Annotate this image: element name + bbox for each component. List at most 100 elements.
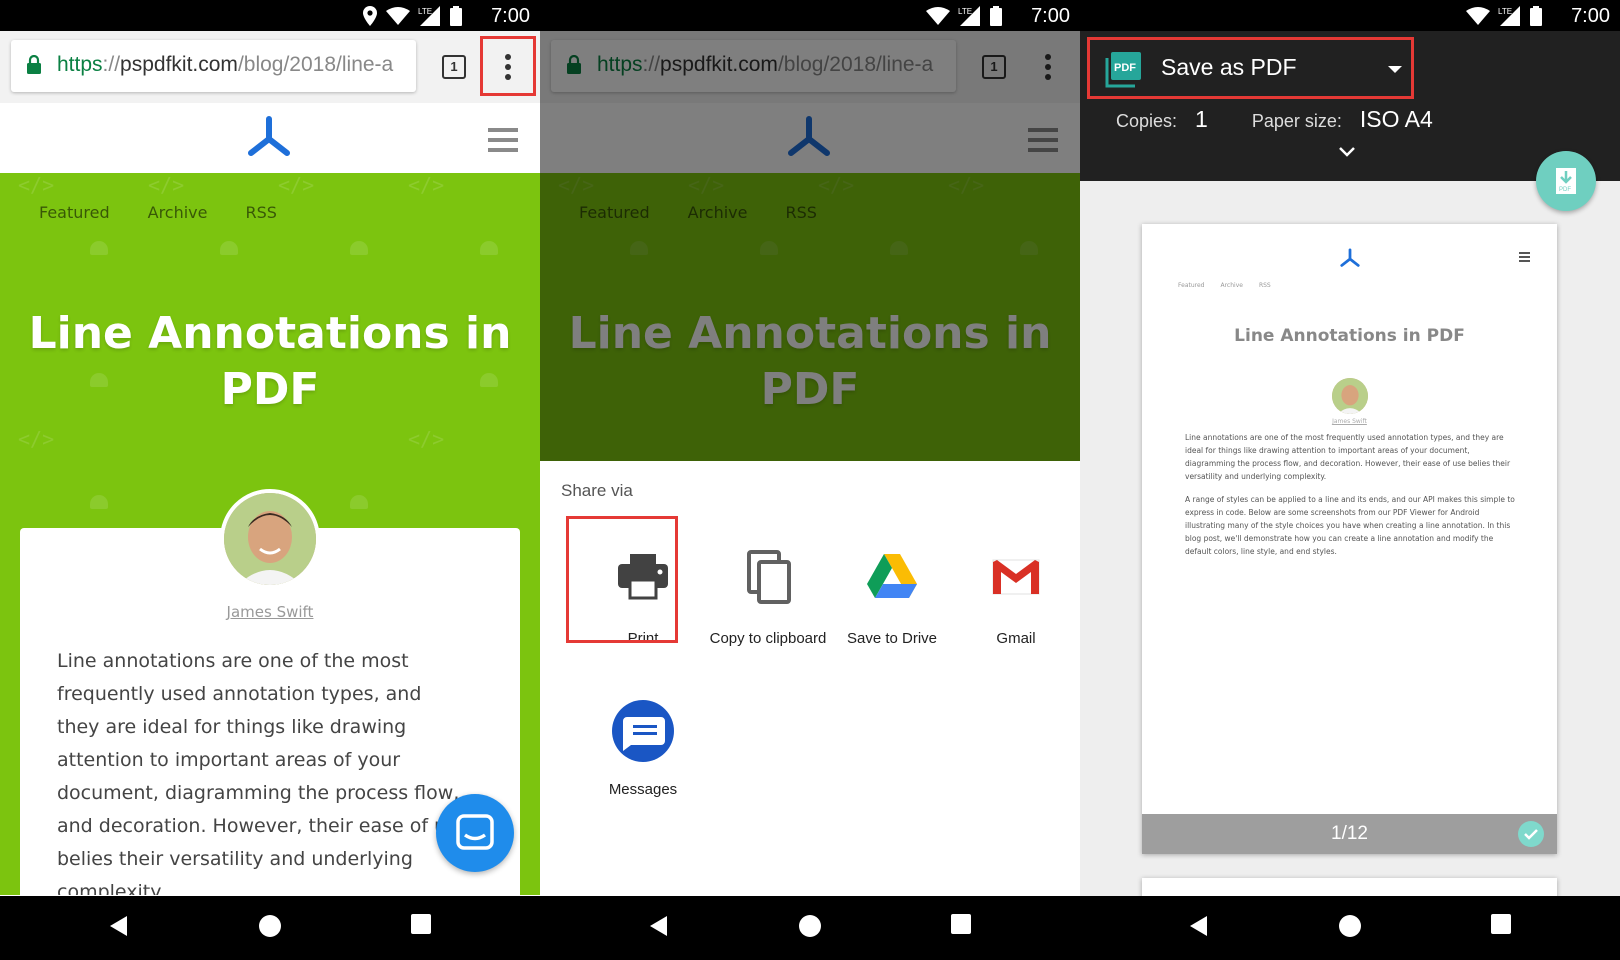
- back-icon[interactable]: [107, 914, 129, 938]
- wifi-icon: [926, 7, 950, 25]
- expand-chevron-icon[interactable]: [1338, 146, 1356, 158]
- google-drive-icon: [867, 554, 917, 598]
- highlight-box: [566, 516, 678, 643]
- recents-icon[interactable]: [951, 914, 973, 936]
- copies-value: 1: [1195, 106, 1208, 132]
- back-icon[interactable]: [647, 914, 669, 938]
- share-messages[interactable]: Messages: [581, 700, 705, 821]
- article-paragraph: Line annotations are one of the most fre…: [57, 645, 477, 895]
- copy-icon: [747, 550, 791, 604]
- title-line: PDF: [220, 364, 320, 415]
- tab-switcher-button[interactable]: 1: [442, 55, 466, 79]
- back-icon[interactable]: [1187, 914, 1209, 938]
- gmail-icon: [992, 559, 1040, 595]
- code-pattern: </>: [18, 427, 55, 451]
- share-label: Copy to clipboard: [709, 630, 827, 647]
- share-gmail[interactable]: Gmail: [954, 550, 1078, 670]
- android-pattern-icon: [220, 241, 238, 255]
- address-bar[interactable]: https://pspdfkit.com/blog/2018/line-a: [11, 40, 416, 92]
- print-options-summary[interactable]: Copies: 1 Paper size: ISO A4: [1116, 106, 1433, 133]
- share-title: Share via: [561, 481, 633, 500]
- android-pattern-icon: [90, 495, 108, 509]
- share-drive[interactable]: Save to Drive: [830, 550, 954, 670]
- nav-featured[interactable]: Featured: [39, 203, 110, 222]
- nav-archive[interactable]: Archive: [148, 203, 208, 222]
- system-nav-bar: [1080, 896, 1620, 960]
- home-icon[interactable]: [258, 914, 282, 938]
- browser-toolbar: https://pspdfkit.com/blog/2018/line-a 1: [0, 31, 540, 103]
- paragraph-line: frequently used annotation types, and: [57, 683, 422, 705]
- site-menu-icon: [1519, 252, 1530, 264]
- battery-icon: [990, 6, 1002, 26]
- download-pdf-button[interactable]: PDF: [1536, 151, 1596, 211]
- preview-avatar: [1332, 378, 1368, 414]
- share-label: Gmail: [996, 630, 1036, 647]
- signal-icon: LTE: [958, 6, 980, 26]
- pspdfkit-logo-icon: [1340, 248, 1360, 267]
- url-host: pspdfkit.com: [120, 53, 238, 76]
- pspdfkit-logo-icon[interactable]: [245, 115, 293, 163]
- page-preview[interactable]: Featured Archive RSS Line Annotations in…: [1142, 224, 1557, 854]
- status-bar: LTE 7:00: [540, 0, 1080, 31]
- page-indicator: 1/12: [1331, 823, 1368, 844]
- clock: 7:00: [491, 5, 530, 27]
- hero-section: </> </> </> </> </> </> Featured Archive…: [0, 173, 540, 895]
- highlight-box: [480, 36, 536, 96]
- code-pattern: </>: [408, 427, 445, 451]
- scrim-overlay[interactable]: [540, 31, 1080, 461]
- paragraph-line: document, diagramming the process flow,: [57, 782, 460, 804]
- preview-nav-item: Archive: [1220, 282, 1243, 289]
- preview-paragraph: A range of styles can be applied to a li…: [1185, 495, 1515, 556]
- share-label: Messages: [608, 781, 678, 798]
- nav-rss[interactable]: RSS: [246, 203, 277, 222]
- battery-icon: [1530, 6, 1542, 26]
- signal-icon: LTE: [418, 6, 440, 26]
- author-avatar[interactable]: [220, 489, 320, 589]
- svg-text:PDF: PDF: [1559, 187, 1571, 193]
- android-pattern-icon: [350, 241, 368, 255]
- page-indicator-bar: 1/12: [1142, 814, 1557, 854]
- home-icon[interactable]: [1338, 914, 1362, 938]
- preview-nav: Featured Archive RSS: [1178, 282, 1271, 289]
- share-sheet: Share via Print Copy to clipboard Save t…: [540, 461, 1080, 896]
- recents-icon[interactable]: [1491, 914, 1513, 936]
- lock-icon: [27, 55, 41, 74]
- preview-paragraph: Line annotations are one of the most fre…: [1185, 433, 1511, 481]
- site-nav: Featured Archive RSS: [39, 203, 277, 222]
- android-pattern-icon: [90, 241, 108, 255]
- preview-author: James Swift: [1332, 418, 1367, 425]
- paper-size-label: Paper size:: [1251, 111, 1342, 131]
- share-screen: </> </> </> </> Featured Archive RSS Lin…: [540, 0, 1080, 960]
- author-link[interactable]: James Swift: [0, 603, 540, 621]
- code-pattern: </>: [278, 173, 315, 197]
- site-menu-icon[interactable]: [488, 128, 518, 158]
- clock: 7:00: [1031, 5, 1070, 27]
- battery-icon: [450, 6, 462, 26]
- recents-icon[interactable]: [411, 914, 433, 936]
- browser-screen: </> </> </> </> </> </> Featured Archive…: [0, 0, 540, 960]
- pdf-download-icon: PDF: [1556, 168, 1576, 194]
- print-preview-screen: PDF Save as PDF Copies: 1 Paper size: IS…: [1080, 0, 1620, 960]
- url-scheme: https: [57, 53, 103, 76]
- share-copy[interactable]: Copy to clipboard: [706, 550, 830, 670]
- preview-nav-item: Featured: [1178, 282, 1205, 289]
- wifi-icon: [1466, 7, 1490, 25]
- android-pattern-icon: [480, 241, 498, 255]
- highlight-box: [1087, 37, 1414, 99]
- code-pattern: </>: [18, 173, 55, 197]
- signal-icon: LTE: [1498, 6, 1520, 26]
- paragraph-line: belies their versatility and underlying: [57, 848, 413, 870]
- preview-title: Line Annotations in PDF: [1234, 326, 1465, 346]
- chat-button[interactable]: [436, 794, 514, 872]
- paragraph-line: and decoration. However, their ease of u…: [57, 815, 468, 837]
- home-icon[interactable]: [798, 914, 822, 938]
- copies-label: Copies:: [1116, 111, 1178, 131]
- system-nav-bar: [540, 896, 1080, 960]
- page-selected-check-icon[interactable]: [1518, 821, 1544, 847]
- svg-text:LTE: LTE: [418, 7, 432, 16]
- paragraph-line: they are ideal for things like drawing: [57, 716, 407, 738]
- url-path: /blog/2018/line-a: [237, 53, 394, 76]
- preview-nav-item: RSS: [1258, 282, 1271, 289]
- article-title: Line Annotations in PDF: [0, 306, 540, 418]
- paragraph-line: attention to important areas of your: [57, 749, 401, 771]
